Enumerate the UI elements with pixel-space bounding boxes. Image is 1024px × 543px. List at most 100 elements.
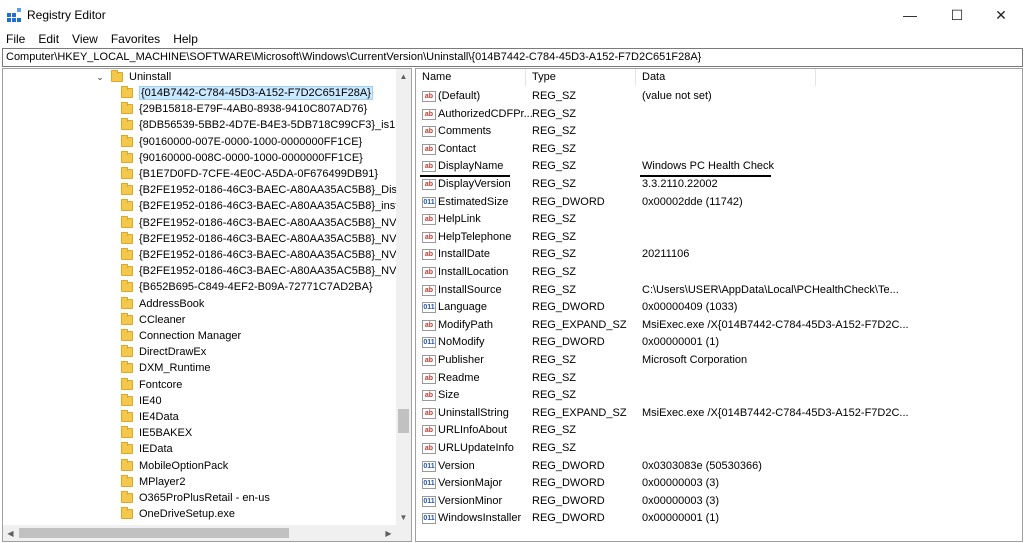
tree-item[interactable]: IE40 bbox=[121, 393, 162, 409]
binary-value-icon: 011 bbox=[422, 302, 436, 313]
value-name: Language bbox=[438, 301, 487, 313]
tree-item[interactable]: AddressBook bbox=[121, 296, 204, 312]
binary-value-icon: 011 bbox=[422, 478, 436, 489]
folder-icon bbox=[121, 475, 133, 487]
value-data: 3.3.2110.22002 bbox=[642, 178, 718, 190]
tree-item[interactable]: O365ProPlusRetail - en-us bbox=[121, 490, 270, 506]
value-type: REG_SZ bbox=[532, 160, 577, 172]
value-row[interactable]: ab DisplayName REG_SZ Windows PC Health Che… bbox=[416, 158, 1022, 175]
menu-view[interactable]: View bbox=[72, 32, 98, 46]
value-row[interactable]: ab Size REG_SZ bbox=[416, 387, 1022, 404]
address-bar[interactable]: Computer\HKEY_LOCAL_MACHINE\SOFTWARE\Mic… bbox=[2, 48, 1023, 67]
maximize-button[interactable]: ☐ bbox=[934, 0, 980, 30]
value-row[interactable]: 011 WindowsInstaller REG_DWORD 0x00000001 (… bbox=[416, 510, 1022, 527]
value-type: REG_SZ bbox=[532, 372, 577, 384]
menu-edit[interactable]: Edit bbox=[38, 32, 59, 46]
value-data: 0x0303083e (50530366) bbox=[642, 460, 762, 472]
value-row[interactable]: ab HelpTelephone REG_SZ bbox=[416, 229, 1022, 246]
tree-item-label: Fontcore bbox=[139, 379, 183, 391]
value-row[interactable]: ab Comments REG_SZ bbox=[416, 123, 1022, 140]
value-row[interactable]: ab AuthorizedCDFPr... REG_SZ bbox=[416, 106, 1022, 123]
value-row[interactable]: ab Contact REG_SZ bbox=[416, 141, 1022, 158]
tree-item[interactable]: IE4Data bbox=[121, 409, 179, 425]
column-header-data[interactable]: Data bbox=[636, 69, 816, 86]
close-button[interactable]: ✕ bbox=[978, 0, 1024, 30]
tree-item[interactable]: Connection Manager bbox=[121, 328, 241, 344]
tree-item[interactable]: {B1E7D0FD-7CFE-4E0C-A5DA-0F676499DB91} bbox=[121, 166, 378, 182]
value-row[interactable]: 011 VersionMinor REG_DWORD 0x00000003 (3) bbox=[416, 493, 1022, 510]
tree-item[interactable]: {B2FE1952-0186-46C3-BAEC-A80AA35AC5B8}_N… bbox=[121, 215, 411, 231]
tree-item[interactable]: {B652B695-C849-4EF2-B09A-72771C7AD2BA} bbox=[121, 279, 373, 295]
value-row[interactable]: ab URLUpdateInfo REG_SZ bbox=[416, 440, 1022, 457]
scrollbar-thumb[interactable] bbox=[398, 409, 409, 433]
value-data: MsiExec.exe /X{014B7442-C784-45D3-A152-F… bbox=[642, 319, 909, 331]
binary-value-icon: 011 bbox=[422, 496, 436, 507]
tree-item[interactable]: MPlayer2 bbox=[121, 474, 185, 490]
folder-icon bbox=[121, 378, 133, 390]
tree-item[interactable]: {8DB56539-5BB2-4D7E-B4E3-5DB718C99CF3}_i… bbox=[121, 117, 395, 133]
value-row[interactable]: ab InstallSource REG_SZ C:\Users\USER\AppDa… bbox=[416, 282, 1022, 299]
minimize-button[interactable]: — bbox=[887, 0, 933, 30]
value-row[interactable]: ab ModifyPath REG_EXPAND_SZ MsiExec.exe /X{… bbox=[416, 317, 1022, 334]
value-type: REG_DWORD bbox=[532, 512, 605, 524]
value-row[interactable]: ab (Default) REG_SZ (value not set) bbox=[416, 88, 1022, 105]
folder-icon bbox=[121, 491, 133, 503]
tree-vertical-scrollbar[interactable]: ▲ ▼ bbox=[396, 69, 411, 525]
menu-file[interactable]: File bbox=[6, 32, 25, 46]
tree-item[interactable]: {90160000-008C-0000-1000-0000000FF1CE} bbox=[121, 150, 363, 166]
tree-item[interactable]: {B2FE1952-0186-46C3-BAEC-A80AA35AC5B8}_D… bbox=[121, 182, 411, 198]
value-name: VersionMinor bbox=[438, 495, 503, 507]
value-row[interactable]: ab URLInfoAbout REG_SZ bbox=[416, 422, 1022, 439]
column-header-name[interactable]: Name bbox=[416, 69, 526, 86]
tree-item-label: IE40 bbox=[139, 395, 162, 407]
key-tree-pane[interactable]: ⌄ Uninstall {014B7442-C784-45D3-A152-F7D… bbox=[2, 68, 412, 542]
scroll-right-arrow-icon[interactable]: ▶ bbox=[381, 525, 396, 541]
column-header-type[interactable]: Type bbox=[526, 69, 636, 86]
value-row[interactable]: ab HelpLink REG_SZ bbox=[416, 211, 1022, 228]
tree-item[interactable]: {014B7442-C784-45D3-A152-F7D2C651F28A} bbox=[121, 85, 373, 101]
value-row[interactable]: 011 Language REG_DWORD 0x00000409 (1033) bbox=[416, 299, 1022, 316]
scrollbar-thumb[interactable] bbox=[19, 528, 289, 538]
string-value-icon: ab bbox=[422, 91, 436, 102]
value-row[interactable]: ab Publisher REG_SZ Microsoft Corporation bbox=[416, 352, 1022, 369]
value-row[interactable]: 011 NoModify REG_DWORD 0x00000001 (1) bbox=[416, 334, 1022, 351]
scroll-up-arrow-icon[interactable]: ▲ bbox=[396, 69, 411, 84]
value-type: REG_DWORD bbox=[532, 495, 605, 507]
tree-horizontal-scrollbar[interactable]: ◀ ▶ bbox=[3, 525, 396, 541]
tree-item[interactable]: MobileOptionPack bbox=[121, 458, 228, 474]
scroll-left-arrow-icon[interactable]: ◀ bbox=[3, 525, 18, 541]
tree-item[interactable]: Fontcore bbox=[121, 377, 182, 393]
values-list-pane[interactable]: Name Type Data ab (Default) REG_SZ (value n… bbox=[415, 68, 1023, 542]
value-row[interactable]: 011 VersionMajor REG_DWORD 0x00000003 (3) bbox=[416, 475, 1022, 492]
binary-value-icon: 011 bbox=[422, 337, 436, 348]
binary-value-icon: 011 bbox=[422, 197, 436, 208]
tree-item[interactable]: {29B15818-E79F-4AB0-8938-9410C807AD76} bbox=[121, 101, 367, 117]
value-row[interactable]: 011 EstimatedSize REG_DWORD 0x00002dde (117… bbox=[416, 194, 1022, 211]
value-row[interactable]: ab Readme REG_SZ bbox=[416, 370, 1022, 387]
value-type: REG_SZ bbox=[532, 125, 577, 137]
value-row[interactable]: ab DisplayVersion REG_SZ 3.3.2110.22002 bbox=[416, 176, 1022, 193]
tree-item[interactable]: {B2FE1952-0186-46C3-BAEC-A80AA35AC5B8}_i… bbox=[121, 198, 409, 214]
tree-item-label: {014B7442-C784-45D3-A152-F7D2C651F28A} bbox=[139, 86, 373, 100]
tree-item-uninstall[interactable]: ⌄ Uninstall bbox=[95, 69, 171, 85]
value-row[interactable]: ab UninstallString REG_EXPAND_SZ MsiExec.ex… bbox=[416, 405, 1022, 422]
value-name: DisplayVersion bbox=[438, 178, 511, 190]
tree-item[interactable]: DXM_Runtime bbox=[121, 360, 211, 376]
tree-item[interactable]: DirectDrawEx bbox=[121, 344, 206, 360]
string-value-icon: ab bbox=[422, 267, 436, 278]
tree-item[interactable]: {B2FE1952-0186-46C3-BAEC-A80AA35AC5B8}_N… bbox=[121, 231, 411, 247]
tree-item[interactable]: {B2FE1952-0186-46C3-BAEC-A80AA35AC5B8}_N… bbox=[121, 263, 411, 279]
tree-item[interactable]: OneDriveSetup.exe bbox=[121, 506, 235, 522]
chevron-down-icon[interactable]: ⌄ bbox=[95, 69, 105, 85]
value-row[interactable]: ab InstallDate REG_SZ 20211106 bbox=[416, 246, 1022, 263]
scroll-down-arrow-icon[interactable]: ▼ bbox=[396, 510, 411, 525]
tree-item[interactable]: {90160000-007E-0000-1000-0000000FF1CE} bbox=[121, 134, 362, 150]
tree-item[interactable]: IE5BAKEX bbox=[121, 425, 192, 441]
value-row[interactable]: 011 Version REG_DWORD 0x0303083e (50530366) bbox=[416, 458, 1022, 475]
value-row[interactable]: ab InstallLocation REG_SZ bbox=[416, 264, 1022, 281]
menu-favorites[interactable]: Favorites bbox=[111, 32, 160, 46]
tree-item[interactable]: {B2FE1952-0186-46C3-BAEC-A80AA35AC5B8}_N… bbox=[121, 247, 411, 263]
menu-help[interactable]: Help bbox=[173, 32, 198, 46]
tree-item[interactable]: CCleaner bbox=[121, 312, 185, 328]
tree-item[interactable]: IEData bbox=[121, 441, 173, 457]
